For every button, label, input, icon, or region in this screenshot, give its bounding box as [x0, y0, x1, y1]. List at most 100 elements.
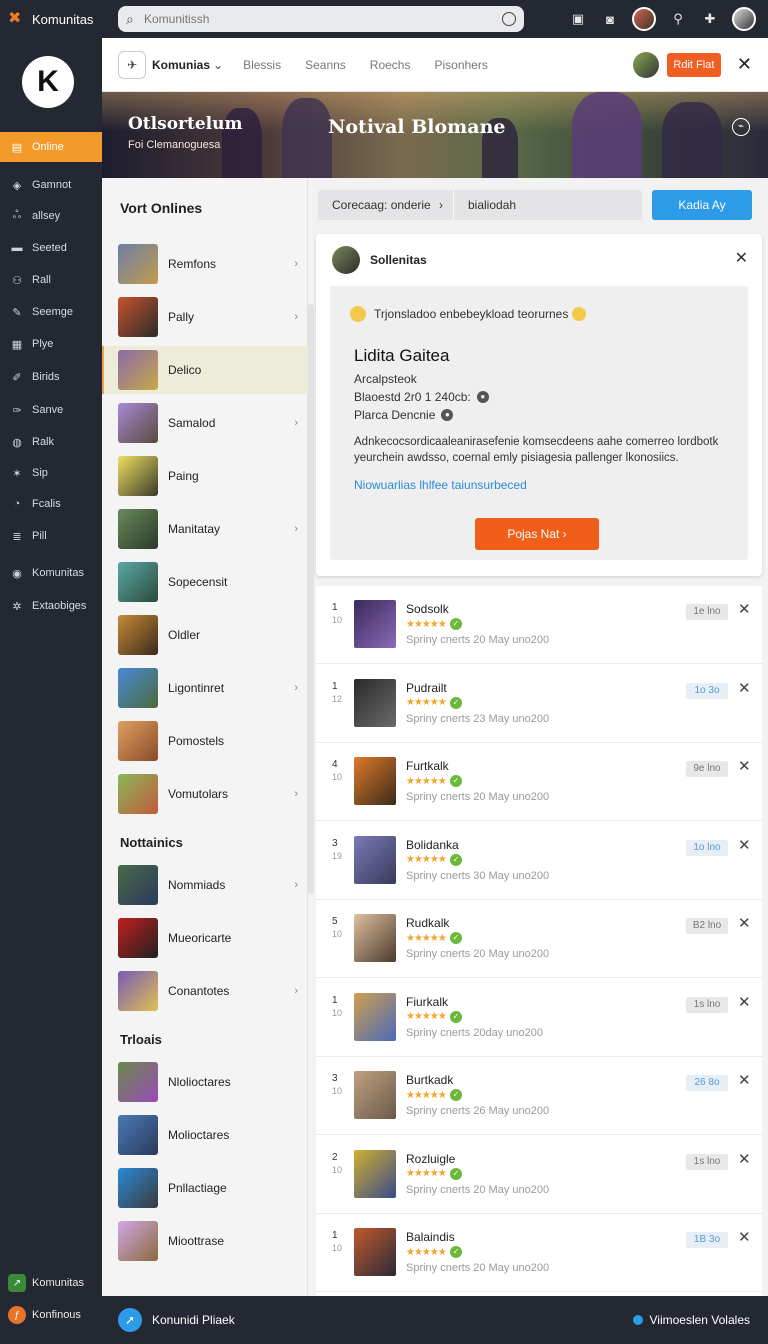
close-icon[interactable]: ✕: [738, 757, 751, 775]
list-item[interactable]: Mueoricarte: [102, 914, 308, 962]
user-avatar[interactable]: [632, 7, 656, 31]
sidebar-item-gamnot[interactable]: ◈ Gamnot: [0, 171, 102, 199]
card-avatar[interactable]: [332, 246, 360, 274]
sidebar-item-fcalis[interactable]: ◔ Fcalis: [0, 490, 102, 518]
edit-button[interactable]: Rdit Flat: [666, 52, 721, 77]
list-item-label: Nlolioctares: [168, 1075, 231, 1089]
banner-figure: [282, 98, 332, 178]
info-dot-icon[interactable]: ●: [441, 409, 454, 421]
sidebar-bottom-item-1[interactable]: ↗ Komunitas: [8, 1272, 102, 1294]
list-item-label: Mioottrase: [168, 1234, 225, 1248]
close-icon[interactable]: ✕: [735, 248, 748, 268]
sidebar-item-sanve[interactable]: ✑ Sanve: [0, 396, 102, 424]
sidebar-item-label: Online: [32, 141, 64, 153]
info-icon[interactable]: ⌁: [732, 118, 750, 136]
feed-row[interactable]: 1 10 Balaindis ★★★★★ ✓ Spriny cnerts 20 May u…: [316, 1214, 762, 1292]
sidebar-item-seemge[interactable]: ✎ Seemge: [0, 298, 102, 326]
category-dropdown[interactable]: Corecaag: onderie ›: [318, 190, 454, 220]
compass-icon[interactable]: ➚: [118, 1308, 142, 1332]
app-logo[interactable]: K: [22, 56, 74, 108]
close-icon[interactable]: ✕: [737, 54, 752, 75]
list-item[interactable]: Molioctares: [102, 1111, 308, 1159]
list-item[interactable]: Nommiads ›: [102, 861, 308, 909]
plus-icon[interactable]: ✚: [700, 9, 720, 29]
list-item[interactable]: Delico: [102, 346, 308, 394]
list-item[interactable]: Vomutolars ›: [102, 770, 308, 818]
close-icon[interactable]: ✕: [738, 1071, 751, 1089]
sidebar-item-komunitas[interactable]: ◉ Komunitas: [0, 559, 102, 587]
header-actions: Rdit Flat ✕: [632, 51, 768, 78]
sidebar-item-pill[interactable]: ≣ Pill: [0, 522, 102, 550]
apply-button[interactable]: Kadia Ay: [652, 190, 752, 220]
chevron-right-icon: ›: [294, 985, 298, 997]
sidebar-item-allsey[interactable]: ஃ allsey: [0, 202, 102, 230]
app-name-dropdown[interactable]: Komunias ⌄: [152, 58, 223, 72]
close-icon[interactable]: ✕: [738, 836, 751, 854]
nav-tab[interactable]: Seanns: [305, 58, 346, 72]
header-avatar[interactable]: [632, 51, 659, 78]
list-item[interactable]: Oldler: [102, 611, 308, 659]
list-item[interactable]: Pomostels: [102, 717, 308, 765]
feed-row[interactable]: 2 10 Rozluigle ★★★★★ ✓ Spriny cnerts 20 May u…: [316, 1136, 762, 1214]
search-input[interactable]: [144, 12, 502, 26]
list-item[interactable]: Remfons ›: [102, 240, 308, 288]
list-item[interactable]: Manitatay ›: [102, 505, 308, 553]
close-icon[interactable]: ✕: [738, 1228, 751, 1246]
close-icon[interactable]: ✕: [738, 679, 751, 697]
feed-row[interactable]: 4 10 Furtkalk ★★★★★ ✓ Spriny cnerts 20 May un…: [316, 743, 762, 821]
row-thumbnail: [354, 914, 396, 962]
sidebar-item-birids[interactable]: ✐ Birids: [0, 363, 102, 391]
list-item[interactable]: Ligontinret ›: [102, 664, 308, 712]
feed-row[interactable]: 5 10 Rudkalk ★★★★★ ✓ Spriny cnerts 20 May uno…: [316, 900, 762, 978]
list-item-label: Manitatay: [168, 522, 221, 536]
close-icon[interactable]: ✕: [738, 914, 751, 932]
profile-avatar[interactable]: [732, 7, 756, 31]
sidebar-item-extaobiges[interactable]: ✲ Extaobiges: [0, 592, 102, 620]
details-link[interactable]: Niowuarlias lhlfee taiunsurbeced: [354, 478, 527, 492]
list-item[interactable]: Conantotes ›: [102, 967, 308, 1015]
list-scrollbar[interactable]: [308, 304, 314, 894]
sidebar-item-seeted[interactable]: ▬ Seeted: [0, 234, 102, 262]
list-item[interactable]: Pnllactiage: [102, 1164, 308, 1212]
clipboard-icon[interactable]: ◙: [600, 9, 620, 29]
bottom-left-label[interactable]: Konunidi Pliaek: [152, 1313, 235, 1327]
chevron-right-icon: ›: [294, 879, 298, 891]
info-dot-icon[interactable]: ●: [476, 391, 489, 403]
feed-row[interactable]: 3 19 Bolidanka ★★★★★ ✓ Spriny cnerts 30 May u…: [316, 822, 762, 900]
record-icon[interactable]: [502, 12, 516, 26]
list-item-label: Delico: [168, 363, 202, 377]
close-icon[interactable]: ✕: [738, 1150, 751, 1168]
list-item[interactable]: Sopecensit: [102, 558, 308, 606]
nav-tab[interactable]: Pisonhers: [434, 58, 487, 72]
bottom-right-status[interactable]: Viimoeslen Volales: [633, 1313, 768, 1327]
sidebar-item-plye[interactable]: ▦ Plye: [0, 330, 102, 358]
list-icon: ≣: [12, 530, 22, 543]
list-item[interactable]: Samalod ›: [102, 399, 308, 447]
close-icon[interactable]: ✕: [738, 993, 751, 1011]
search-icon[interactable]: ⚲: [668, 9, 688, 29]
sidebar-item-rall[interactable]: ⚇ Rall: [0, 266, 102, 294]
list-item[interactable]: Nlolioctares: [102, 1058, 308, 1106]
primary-action-button[interactable]: Pojas Nat ›: [475, 518, 599, 550]
sidebar-item-ralk[interactable]: ◍ Ralk: [0, 428, 102, 456]
feed-row[interactable]: 1 10 Fiurkalk ★★★★★ ✓ Spriny cnerts 20day uno…: [316, 979, 762, 1057]
section-title: Trloais: [120, 1032, 162, 1047]
item-thumbnail: [118, 244, 158, 284]
filter-input[interactable]: [454, 198, 634, 212]
sidebar-item-sip[interactable]: ✶ Sip: [0, 459, 102, 487]
nav-tab[interactable]: Blessis: [243, 58, 281, 72]
app-icon[interactable]: ✈: [118, 50, 146, 79]
feed-row[interactable]: 1 12 Pudrailt ★★★★★ ✓ Spriny cnerts 23 May un…: [316, 665, 762, 743]
feed-row[interactable]: 1 10 Sodsolk ★★★★★ ✓ Spriny cnerts 20 May uno…: [316, 586, 762, 664]
sidebar-bottom-item-2[interactable]: ƒ Konfinous: [8, 1304, 102, 1326]
nav-tab[interactable]: Roechs: [370, 58, 411, 72]
list-item[interactable]: Mioottrase: [102, 1217, 308, 1265]
list-item[interactable]: Pally ›: [102, 293, 308, 341]
sidebar-item-online[interactable]: ▤ Online: [0, 132, 102, 162]
list-item[interactable]: Paing: [102, 452, 308, 500]
close-icon[interactable]: ✕: [738, 600, 751, 618]
search-box[interactable]: ⌕: [118, 6, 524, 32]
feed-row[interactable]: 3 10 Burtkadk ★★★★★ ✓ Spriny cnerts 26 May un…: [316, 1057, 762, 1135]
brand[interactable]: ✖ Komunitas: [0, 11, 118, 27]
window-icon[interactable]: ▣: [568, 9, 588, 29]
